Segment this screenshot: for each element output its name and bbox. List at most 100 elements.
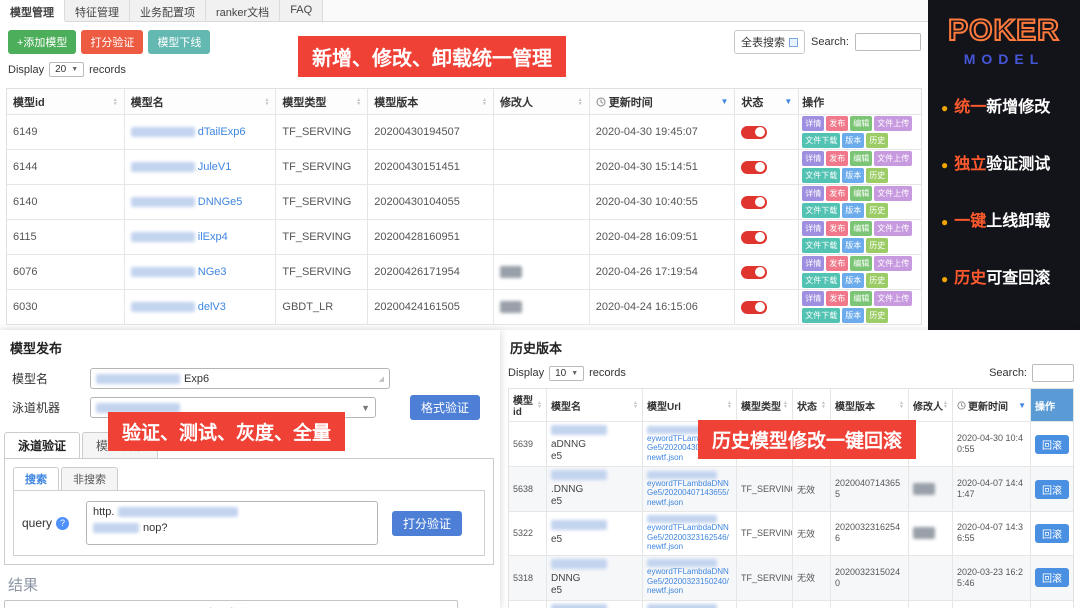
column-header-modifier[interactable]: 修改人 ▲▼ [494, 89, 590, 114]
detail-button[interactable]: 详情 [802, 186, 824, 201]
column-header-update-time[interactable]: 更新时间 ▼ [953, 389, 1031, 421]
version-button[interactable]: 版本 [842, 308, 864, 323]
format-verify-button[interactable]: 格式验证 [410, 395, 480, 420]
publish-button[interactable]: 发布 [826, 186, 848, 201]
status-toggle[interactable] [741, 196, 767, 209]
edit-button[interactable]: 编辑 [850, 186, 872, 201]
detail-button[interactable]: 详情 [802, 291, 824, 306]
detail-button[interactable]: 详情 [802, 221, 824, 236]
add-model-button[interactable]: +添加模型 [8, 30, 76, 54]
edit-button[interactable]: 编辑 [850, 256, 872, 271]
version-button[interactable]: 版本 [842, 273, 864, 288]
file-upload-button[interactable]: 文件上传 [874, 221, 912, 236]
edit-button[interactable]: 编辑 [850, 116, 872, 131]
file-upload-button[interactable]: 文件上传 [874, 151, 912, 166]
history-search-input[interactable] [1032, 364, 1074, 382]
search-input[interactable] [855, 33, 921, 51]
edit-button[interactable]: 编辑 [850, 221, 872, 236]
tab-ranker-docs[interactable]: ranker文档 [206, 0, 280, 21]
column-header-status[interactable]: 状态▲▼ [793, 389, 831, 421]
model-name-link[interactable]: delV3 [198, 301, 226, 313]
query-url-input[interactable]: http. nop? [86, 501, 378, 545]
version-button[interactable]: 版本 [842, 168, 864, 183]
edit-button[interactable]: 编辑 [850, 291, 872, 306]
publish-button[interactable]: 发布 [826, 221, 848, 236]
tab-non-search-query[interactable]: 非搜索 [61, 467, 118, 490]
model-offline-button[interactable]: 模型下线 [148, 30, 210, 54]
publish-button[interactable]: 发布 [826, 256, 848, 271]
column-header-model-type[interactable]: 模型类型 ▲▼ [276, 89, 368, 114]
score-verify-submit-button[interactable]: 打分验证 [392, 511, 462, 536]
rollback-button[interactable]: 回滚 [1035, 435, 1069, 454]
file-upload-button[interactable]: 文件上传 [874, 116, 912, 131]
page-size-select[interactable]: 20 ▼ [49, 62, 84, 77]
column-header-model-url[interactable]: 模型Url▲▼ [643, 389, 737, 421]
tab-business-config[interactable]: 业务配置项 [130, 0, 206, 21]
file-download-button[interactable]: 文件下载 [802, 273, 840, 288]
file-download-button[interactable]: 文件下载 [802, 238, 840, 253]
history-button[interactable]: 历史 [866, 203, 888, 218]
version-button[interactable]: 版本 [842, 203, 864, 218]
detail-button[interactable]: 详情 [802, 116, 824, 131]
history-button[interactable]: 历史 [866, 273, 888, 288]
history-button[interactable]: 历史 [866, 133, 888, 148]
detail-button[interactable]: 详情 [802, 256, 824, 271]
sort-icon: ▲▼ [113, 98, 118, 106]
column-header-model-id[interactable]: 模型id▲▼ [509, 389, 547, 421]
version-button[interactable]: 版本 [842, 133, 864, 148]
version-button[interactable]: 版本 [842, 238, 864, 253]
column-header-model-id[interactable]: 模型id ▲▼ [7, 89, 125, 114]
score-verify-button[interactable]: 打分验证 [81, 30, 143, 54]
history-page-size-select[interactable]: 10 ▼ [549, 366, 584, 381]
rollback-button[interactable]: 回滚 [1035, 524, 1069, 543]
file-upload-button[interactable]: 文件上传 [874, 291, 912, 306]
file-upload-button[interactable]: 文件上传 [874, 186, 912, 201]
file-download-button[interactable]: 文件下载 [802, 133, 840, 148]
column-header-status[interactable]: 状态 ▼ [735, 89, 799, 114]
file-upload-button[interactable]: 文件上传 [874, 256, 912, 271]
history-button[interactable]: 历史 [866, 238, 888, 253]
tab-search-query[interactable]: 搜索 [13, 467, 59, 490]
column-header-modifier[interactable]: 修改人▲▼ [909, 389, 953, 421]
status-toggle[interactable] [741, 266, 767, 279]
history-button[interactable]: 历史 [866, 308, 888, 323]
history-button[interactable]: 历史 [866, 168, 888, 183]
status-toggle[interactable] [741, 161, 767, 174]
model-name-link[interactable]: DNNGe5 [198, 196, 243, 208]
full-table-search-toggle[interactable]: 全表搜索 [734, 30, 805, 54]
tab-lane-verify[interactable]: 泳道验证 [4, 432, 80, 458]
file-download-button[interactable]: 文件下载 [802, 168, 840, 183]
rollback-button[interactable]: 回滚 [1035, 568, 1069, 587]
model-name-field[interactable]: Exp6 ◢ [90, 368, 390, 389]
status-toggle[interactable] [741, 301, 767, 314]
column-header-operations[interactable]: 操作 [799, 89, 921, 114]
model-url-link[interactable]: eywordTFLambdaDNNGe5/20200323150240/newt… [647, 567, 732, 596]
file-download-button[interactable]: 文件下载 [802, 308, 840, 323]
column-header-update-time[interactable]: 更新时间 ▼ [590, 89, 736, 114]
tab-faq[interactable]: FAQ [280, 0, 323, 21]
edit-button[interactable]: 编辑 [850, 151, 872, 166]
status-toggle[interactable] [741, 231, 767, 244]
publish-button[interactable]: 发布 [826, 291, 848, 306]
column-header-model-version[interactable]: 模型版本▲▼ [831, 389, 909, 421]
model-url-link[interactable]: eywordTFLambdaDNNGe5/20200407143655/newt… [647, 479, 732, 508]
column-header-model-type[interactable]: 模型类型▲▼ [737, 389, 793, 421]
publish-button[interactable]: 发布 [826, 151, 848, 166]
file-download-button[interactable]: 文件下载 [802, 203, 840, 218]
status-toggle[interactable] [741, 126, 767, 139]
detail-button[interactable]: 详情 [802, 151, 824, 166]
model-name-link[interactable]: dTailExp6 [198, 126, 246, 138]
column-header-model-version[interactable]: 模型版本 ▲▼ [368, 89, 494, 114]
column-header-model-name[interactable]: 模型名▲▼ [547, 389, 643, 421]
rollback-button[interactable]: 回滚 [1035, 480, 1069, 499]
publish-button[interactable]: 发布 [826, 116, 848, 131]
column-header-model-name[interactable]: 模型名 ▲▼ [125, 89, 277, 114]
tab-model-management[interactable]: 模型管理 [0, 0, 65, 22]
help-icon[interactable]: ? [56, 517, 69, 530]
model-name-link[interactable]: ilExp4 [198, 231, 228, 243]
tab-feature-management[interactable]: 特征管理 [65, 0, 130, 21]
model-name-link[interactable]: JuleV1 [198, 161, 232, 173]
model-url-link[interactable]: eywordTFLambdaDNNGe5/20200323162546/newt… [647, 523, 732, 552]
column-header-operations[interactable]: 操作 [1031, 389, 1073, 421]
model-name-link[interactable]: NGe3 [198, 266, 227, 278]
